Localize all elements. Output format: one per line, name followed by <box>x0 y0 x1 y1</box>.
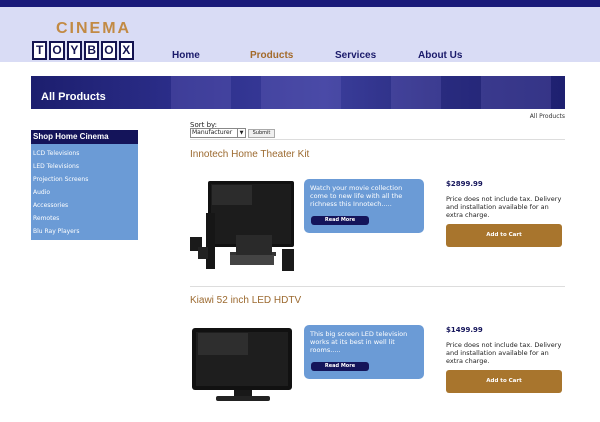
sort-selected-value: Manufacturer <box>192 129 233 136</box>
banner-decoration <box>391 76 441 109</box>
product-title-link[interactable]: Innotech Home Theater Kit <box>190 149 309 160</box>
sidebar-item-blu-ray-players[interactable]: Blu Ray Players <box>31 225 138 238</box>
divider <box>190 286 565 287</box>
sidebar-list: LCD Televisions LED Televisions Projecti… <box>31 144 138 240</box>
sidebar-item-projection-screens[interactable]: Projection Screens <box>31 173 138 186</box>
sidebar-item-remotes[interactable]: Remotes <box>31 212 138 225</box>
home-theater-image <box>190 181 294 271</box>
product-description: This big screen LED television works at … <box>310 330 408 354</box>
chevron-down-icon: ▼ <box>237 129 245 137</box>
sidebar-heading: Shop Home Cinema <box>31 130 138 144</box>
sidebar-item-accessories[interactable]: Accessories <box>31 199 138 212</box>
sort-submit-button[interactable]: Submit <box>248 129 275 138</box>
top-strip <box>0 0 600 7</box>
breadcrumb: All Products <box>529 113 565 120</box>
category-sidebar: Shop Home Cinema LCD Televisions LED Tel… <box>31 130 138 240</box>
product-image[interactable] <box>190 322 296 418</box>
main-nav: Home Products Services About Us <box>0 50 600 64</box>
product-price: $1499.99 <box>446 326 483 334</box>
logo-cinema-text: CINEMA <box>56 20 132 37</box>
product-image[interactable] <box>190 173 296 283</box>
product-description-box: Watch your movie collection come to new … <box>304 179 424 233</box>
add-to-cart-button[interactable]: Add to Cart <box>446 224 562 247</box>
add-to-cart-button[interactable]: Add to Cart <box>446 370 562 393</box>
banner-decoration <box>261 76 341 109</box>
led-tv-image <box>192 328 292 401</box>
read-more-button[interactable]: Read More <box>311 216 369 225</box>
sidebar-item-led-televisions[interactable]: LED Televisions <box>31 160 138 173</box>
product-price: $2899.99 <box>446 180 483 188</box>
page-banner: All Products <box>31 76 565 109</box>
sidebar-item-audio[interactable]: Audio <box>31 186 138 199</box>
product-description-box: This big screen LED television works at … <box>304 325 424 379</box>
product-description: Watch your movie collection come to new … <box>310 184 403 208</box>
price-note: Price does not include tax. Delivery and… <box>446 195 562 219</box>
product-title-link[interactable]: Kiawi 52 inch LED HDTV <box>190 295 301 306</box>
site-header: CINEMA T O Y B O X Home Products Service… <box>0 7 600 62</box>
sidebar-item-lcd-televisions[interactable]: LCD Televisions <box>31 147 138 160</box>
divider <box>190 139 565 140</box>
nav-about-us[interactable]: About Us <box>418 50 462 61</box>
price-note: Price does not include tax. Delivery and… <box>446 341 562 365</box>
nav-products[interactable]: Products <box>250 50 293 61</box>
read-more-button[interactable]: Read More <box>311 362 369 371</box>
nav-home[interactable]: Home <box>172 50 200 61</box>
sort-select[interactable]: Manufacturer ▼ <box>190 128 246 138</box>
page-title: All Products <box>41 91 106 103</box>
banner-decoration <box>481 76 551 109</box>
banner-decoration <box>171 76 231 109</box>
nav-services[interactable]: Services <box>335 50 376 61</box>
